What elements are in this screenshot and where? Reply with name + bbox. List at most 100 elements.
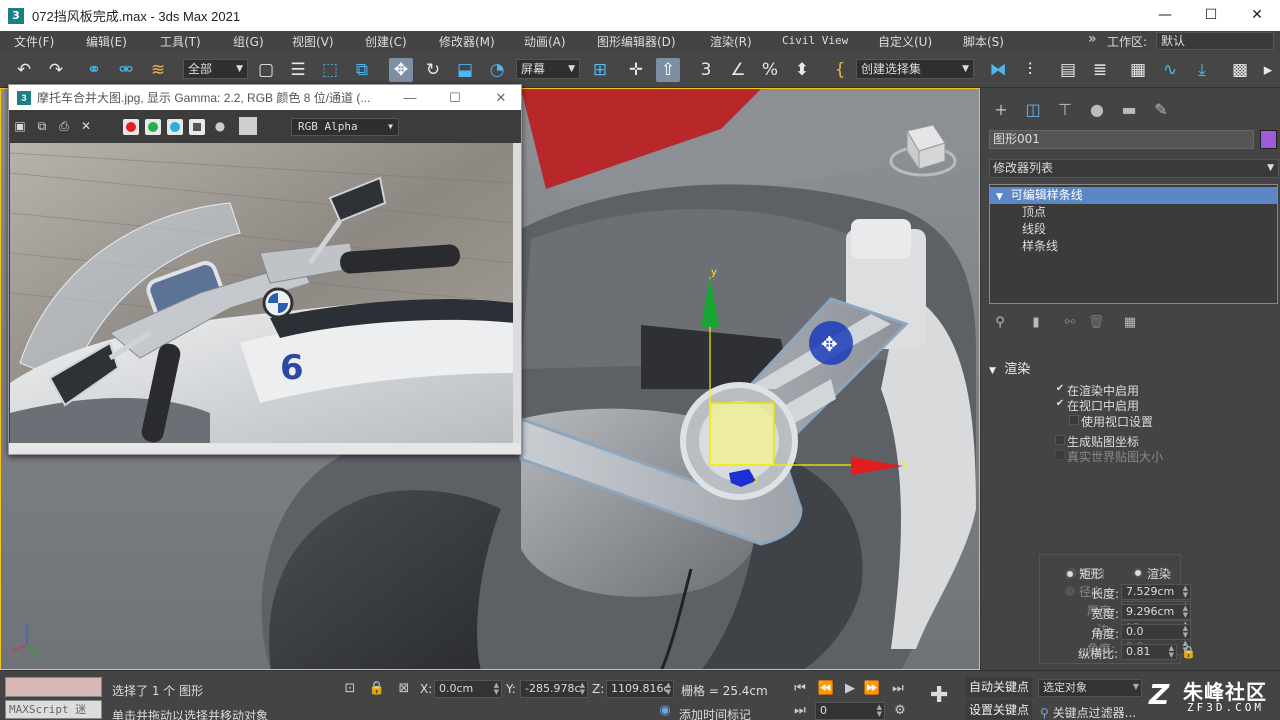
- maxscript-mini-listener[interactable]: MAXScript 迷: [5, 700, 102, 719]
- unlink-icon[interactable]: ⚮: [114, 58, 138, 82]
- menu-tools[interactable]: 工具(T): [160, 33, 201, 50]
- next-frame-icon[interactable]: ⏩: [863, 680, 881, 698]
- set-key-button[interactable]: 设置关键点: [966, 700, 1033, 720]
- menu-animation[interactable]: 动画(A): [524, 33, 566, 50]
- x-coord-field[interactable]: 0.0cm ▲ ▼: [434, 680, 502, 698]
- scene-explorer-icon[interactable]: ▤: [1056, 58, 1080, 82]
- display-tab-icon[interactable]: ▬: [1119, 100, 1139, 120]
- remove-modifier-icon[interactable]: 🗑: [1087, 314, 1105, 332]
- align-icon[interactable]: ⫶: [1018, 58, 1042, 82]
- viewport-radio[interactable]: [1067, 568, 1077, 578]
- thickness-spinner[interactable]: 2.54cm ▲ ▼: [1121, 601, 1191, 617]
- menu-file[interactable]: 文件(F): [14, 33, 54, 50]
- make-unique-icon[interactable]: ⚯: [1061, 314, 1079, 332]
- create-tab-icon[interactable]: +: [991, 100, 1011, 120]
- time-tag-icon[interactable]: ◉: [656, 702, 674, 720]
- maximize-button[interactable]: ☐: [1188, 0, 1234, 31]
- enable-in-renderer-checkbox[interactable]: ✔: [1055, 384, 1065, 394]
- menu-rendering[interactable]: 渲染(R): [710, 33, 752, 50]
- maxscript-listener-output[interactable]: [5, 677, 102, 697]
- render-setup-icon[interactable]: ▸: [1260, 58, 1276, 82]
- save-image-icon[interactable]: ▣: [13, 119, 27, 133]
- object-color-swatch[interactable]: [1260, 130, 1277, 149]
- select-and-scale-icon[interactable]: ⬓: [453, 58, 477, 82]
- curve-editor-icon[interactable]: ∿: [1158, 58, 1182, 82]
- pin-stack-icon[interactable]: ⚲: [991, 314, 1009, 332]
- menu-customize[interactable]: 自定义(U): [878, 33, 932, 50]
- redo-icon[interactable]: ↷: [44, 58, 68, 82]
- y-coord-field[interactable]: -285.978c ▲ ▼: [520, 680, 588, 698]
- radial-radio[interactable]: [1065, 586, 1075, 596]
- select-manipulate-icon[interactable]: ✛: [624, 58, 648, 82]
- generate-mapping-checkbox[interactable]: [1055, 435, 1065, 445]
- set-key-big-icon[interactable]: ✚: [930, 685, 948, 707]
- select-and-move-icon[interactable]: ✥: [389, 58, 413, 82]
- select-by-name-icon[interactable]: ☰: [286, 58, 310, 82]
- enable-in-viewport-checkbox[interactable]: ✔: [1055, 399, 1065, 409]
- stack-item-editable-spline[interactable]: ▼ 可编辑样条线: [990, 187, 1277, 204]
- bind-space-warp-icon[interactable]: ≋: [146, 58, 170, 82]
- clear-icon[interactable]: ✕: [79, 119, 93, 133]
- menu-modifiers[interactable]: 修改器(M): [439, 33, 495, 50]
- add-time-tag[interactable]: 添加时间标记: [679, 706, 751, 720]
- keyboard-shortcut-override-icon[interactable]: ⇧: [656, 58, 680, 82]
- select-object-icon[interactable]: ▢: [254, 58, 278, 82]
- alpha-channel-toggle[interactable]: [189, 119, 205, 135]
- key-set-select[interactable]: 选定对象 ▼: [1038, 679, 1142, 697]
- material-editor-icon[interactable]: ▩: [1228, 58, 1252, 82]
- previous-frame-icon[interactable]: ⏪: [817, 680, 835, 698]
- print-icon[interactable]: ⎙: [57, 119, 71, 133]
- red-channel-toggle[interactable]: [123, 119, 139, 135]
- schematic-view-icon[interactable]: ⤓: [1190, 58, 1214, 82]
- fb-maximize-button[interactable]: ☐: [440, 85, 470, 110]
- time-configuration-icon[interactable]: ⚙: [891, 702, 909, 720]
- stack-item-vertex[interactable]: 顶点: [990, 204, 1277, 221]
- rectangular-selection-icon[interactable]: ⬚: [318, 58, 342, 82]
- menu-edit[interactable]: 编辑(E): [86, 33, 127, 50]
- undo-icon[interactable]: ↶: [12, 58, 36, 82]
- spinner-snap-icon[interactable]: ⬍: [790, 58, 814, 82]
- key-filters-button[interactable]: ⚲ 关键点过滤器...: [1040, 704, 1136, 720]
- real-world-map-checkbox[interactable]: [1055, 450, 1065, 460]
- window-crossing-icon[interactable]: ⧉: [350, 58, 374, 82]
- fb-vertical-scrollbar[interactable]: [513, 143, 521, 443]
- selection-lock-icon[interactable]: 🔒: [368, 680, 386, 698]
- use-viewport-settings-checkbox[interactable]: [1069, 415, 1079, 425]
- play-icon[interactable]: ▶: [841, 680, 859, 698]
- layer-explorer-icon[interactable]: ≣: [1088, 58, 1112, 82]
- fb-minimize-button[interactable]: —: [395, 85, 425, 110]
- object-name-field[interactable]: 图形001: [989, 130, 1254, 149]
- auto-key-button[interactable]: 自动关键点: [966, 677, 1033, 697]
- select-and-place-icon[interactable]: ◔: [485, 58, 509, 82]
- rendering-rollout-header[interactable]: ▼ 渲染: [989, 358, 1030, 377]
- angle-snap-icon[interactable]: ∠: [726, 58, 750, 82]
- absolute-transform-icon[interactable]: ⊠: [395, 680, 413, 698]
- key-mode-icon[interactable]: ⏭: [791, 702, 809, 720]
- fb-horizontal-scrollbar[interactable]: [9, 443, 521, 454]
- current-frame-field[interactable]: 0 ▲ ▼: [815, 702, 885, 720]
- frame-buffer-window[interactable]: 3 摩托车合并大图.jpg, 显示 Gamma: 2.2, RGB 颜色 8 位…: [8, 84, 522, 455]
- link-icon[interactable]: ⚭: [82, 58, 106, 82]
- menu-scripting[interactable]: 脚本(S): [963, 33, 1004, 50]
- clone-window-icon[interactable]: ⧉: [35, 119, 49, 133]
- z-coord-field[interactable]: 1109.816c ▲ ▼: [606, 680, 674, 698]
- percent-snap-icon[interactable]: %: [758, 58, 782, 82]
- snaps-toggle-icon[interactable]: 3: [694, 58, 718, 82]
- sides-spinner[interactable]: 12 ▲ ▼: [1121, 620, 1191, 636]
- menu-create[interactable]: 创建(C): [365, 33, 407, 50]
- close-button[interactable]: ✕: [1234, 0, 1280, 31]
- go-to-end-icon[interactable]: ⏭: [889, 680, 907, 698]
- utilities-tab-icon[interactable]: ✎: [1151, 100, 1171, 120]
- green-channel-toggle[interactable]: [145, 119, 161, 135]
- modifier-list-select[interactable]: 修改器列表 ▼: [989, 159, 1279, 178]
- reference-coord-select[interactable]: 屏幕 ▼: [516, 59, 580, 79]
- show-end-result-icon[interactable]: ▮: [1027, 314, 1045, 332]
- hierarchy-tab-icon[interactable]: ⊤: [1055, 100, 1075, 120]
- named-selection-select[interactable]: 创建选择集 ▼: [856, 59, 974, 79]
- edit-named-selection-icon[interactable]: {: [828, 58, 852, 82]
- selection-filter-select[interactable]: 全部 ▼: [183, 59, 248, 79]
- motion-tab-icon[interactable]: ●: [1087, 100, 1107, 120]
- mirror-icon[interactable]: ⧓: [986, 58, 1010, 82]
- radial-angle-spinner[interactable]: 0.0 ▲ ▼: [1121, 639, 1191, 655]
- configure-sets-icon[interactable]: ▦: [1121, 314, 1139, 332]
